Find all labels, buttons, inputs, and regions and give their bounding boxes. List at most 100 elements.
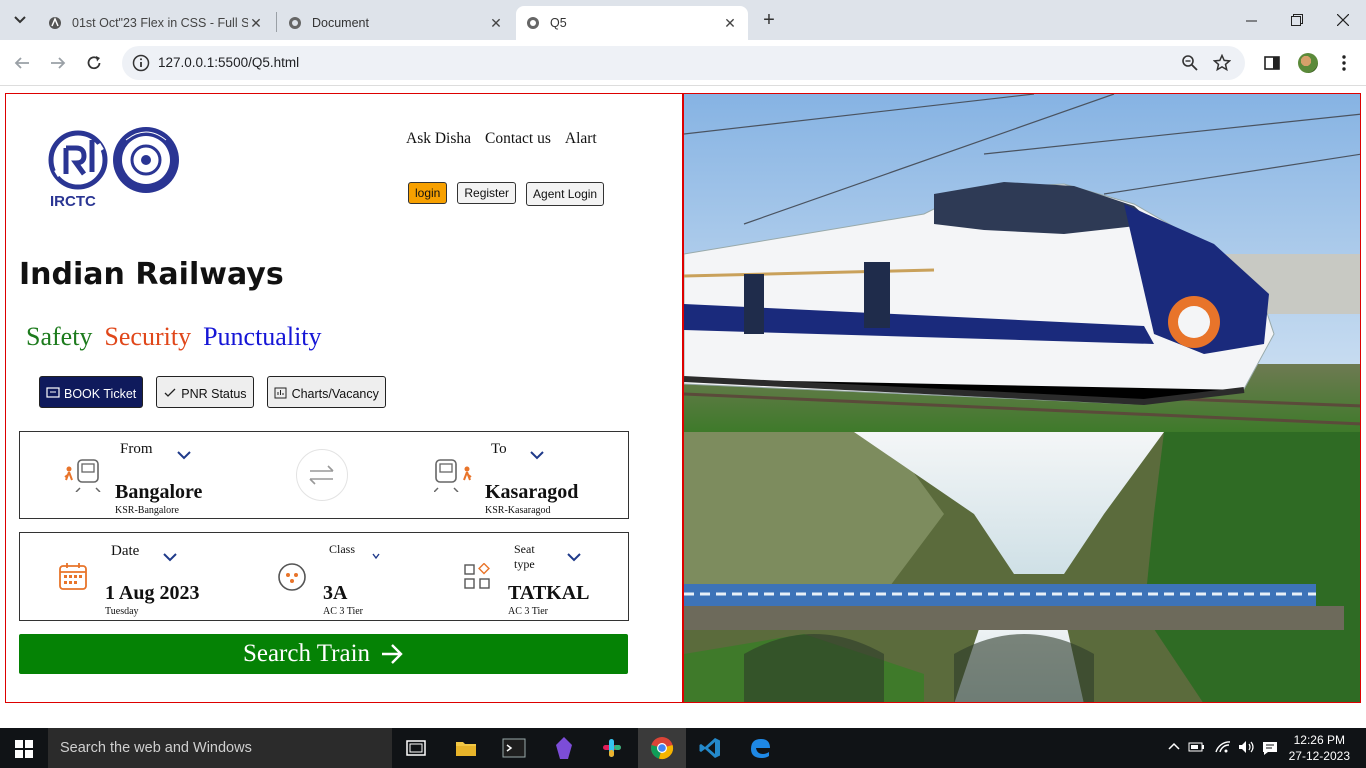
top-links: Ask Disha Contact us Alart [406, 130, 597, 148]
battery-icon[interactable] [1188, 740, 1206, 757]
from-chevron-icon[interactable] [177, 450, 191, 460]
book-ticket-label: BOOK Ticket [64, 387, 137, 401]
from-station-value[interactable]: Bangalore [115, 481, 202, 504]
browser-tab-flex-css[interactable]: 01st Oct"23 Flex in CSS - Full St ✕ [38, 6, 274, 40]
browser-tab-q5[interactable]: Q5 ✕ [516, 6, 748, 40]
vscode-icon[interactable] [698, 736, 722, 760]
minimize-icon[interactable] [1228, 0, 1274, 40]
seat-type-description: AC 3 Tier [508, 606, 549, 617]
wifi-icon[interactable] [1214, 740, 1232, 757]
tab-close-icon[interactable]: ✕ [488, 15, 504, 32]
obsidian-icon[interactable] [552, 736, 576, 760]
windows-start-icon[interactable] [15, 740, 33, 758]
page-viewport: IRCTC Ask Disha Contact us Alart login R… [0, 87, 1366, 728]
link-ask-disha[interactable]: Ask Disha [406, 130, 471, 148]
tab-close-icon[interactable]: ✕ [248, 15, 264, 32]
terminal-icon[interactable] [502, 736, 526, 760]
pnr-status-button[interactable]: PNR Status [156, 376, 254, 408]
site-favicon-icon [49, 17, 61, 29]
tab-search-chevron-icon[interactable] [8, 8, 32, 32]
side-panel-icon[interactable] [1260, 51, 1284, 75]
browser-tab-bar: 01st Oct"23 Flex in CSS - Full St ✕ Docu… [0, 0, 1366, 40]
globe-icon [527, 17, 539, 29]
back-arrow-icon[interactable] [10, 51, 34, 75]
class-description: AC 3 Tier [323, 606, 364, 617]
seat-type-chevron-icon[interactable] [567, 552, 581, 562]
browser-toolbar: 127.0.0.1:5500/Q5.html [0, 40, 1366, 86]
seat-type-label-line1: Seat [514, 542, 535, 556]
chrome-icon[interactable] [650, 736, 674, 760]
browser-tab-document[interactable]: Document ✕ [278, 6, 514, 40]
file-explorer-icon[interactable] [454, 736, 478, 760]
motto: Safety Security Punctuality [26, 322, 322, 352]
date-chevron-icon[interactable] [163, 552, 177, 562]
restore-icon[interactable] [1274, 0, 1320, 40]
check-icon [164, 388, 176, 397]
date-weekday: Tuesday [105, 606, 139, 617]
address-bar[interactable]: 127.0.0.1:5500/Q5.html [122, 46, 1245, 80]
seat-type-icon [464, 563, 490, 589]
notifications-icon[interactable] [1262, 740, 1278, 759]
charts-vacancy-button[interactable]: Charts/Vacancy [266, 376, 386, 408]
swap-arrows-icon [309, 465, 334, 485]
motto-punctuality: Punctuality [203, 322, 322, 351]
pnr-status-label: PNR Status [181, 387, 247, 401]
train-photos [684, 94, 1360, 702]
arrow-right-icon [382, 644, 403, 664]
kebab-menu-icon[interactable] [1332, 51, 1356, 75]
register-button[interactable]: Register [457, 182, 517, 204]
close-window-icon[interactable] [1320, 0, 1366, 40]
agent-login-button[interactable]: Agent Login [526, 182, 605, 206]
charts-vacancy-label: Charts/Vacancy [291, 387, 379, 401]
globe-icon [289, 17, 301, 29]
class-value[interactable]: 3A [323, 582, 347, 605]
profile-avatar[interactable] [1296, 51, 1320, 75]
chart-icon [274, 387, 287, 399]
task-view-icon[interactable] [404, 736, 428, 760]
booking-panel: IRCTC Ask Disha Contact us Alart login R… [5, 93, 683, 703]
search-train-label: Search Train [242, 640, 371, 667]
windows-taskbar: Search the web and Windows 12:26 PM 27-1… [0, 728, 1366, 768]
tab-close-icon[interactable]: ✕ [722, 15, 738, 32]
motto-safety: Safety [26, 322, 93, 351]
seat-type-label-line2: type [514, 557, 535, 571]
date-value[interactable]: 1 Aug 2023 [105, 582, 199, 605]
new-tab-plus-icon[interactable]: + [758, 9, 780, 31]
book-ticket-button[interactable]: BOOK Ticket [39, 376, 144, 408]
to-station-value[interactable]: Kasaragod [485, 481, 578, 504]
tab-divider [276, 12, 277, 32]
calendar-icon [59, 563, 87, 590]
from-station-code: KSR-Bangalore [115, 505, 179, 516]
reload-icon[interactable] [82, 51, 106, 75]
clock-time: 12:26 PM [1293, 733, 1345, 747]
url-text[interactable]: 127.0.0.1:5500/Q5.html [158, 55, 299, 70]
tray-chevron-icon[interactable] [1168, 740, 1180, 754]
edge-icon[interactable] [748, 736, 772, 760]
swap-stations-button[interactable] [296, 449, 348, 501]
waterfall-bridge-photo [684, 432, 1360, 702]
slack-icon[interactable] [600, 736, 624, 760]
image-panel [683, 93, 1361, 703]
link-alart[interactable]: Alart [565, 130, 597, 148]
to-label: To [491, 441, 507, 457]
link-contact-us[interactable]: Contact us [485, 130, 551, 148]
search-train-button[interactable]: Search Train [19, 634, 628, 674]
to-chevron-icon[interactable] [530, 450, 544, 460]
bookmark-star-icon[interactable] [1213, 54, 1231, 72]
volume-icon[interactable] [1238, 740, 1256, 757]
tab-title: Q5 [550, 16, 567, 30]
zoom-icon[interactable] [1181, 54, 1199, 72]
tab-title: Document [312, 16, 369, 30]
date-label: Date [111, 543, 140, 559]
class-icon [278, 563, 306, 591]
forward-arrow-icon[interactable] [46, 51, 70, 75]
system-clock[interactable]: 12:26 PM 27-12-2023 [1289, 732, 1350, 764]
seat-type-value[interactable]: TATKAL [508, 582, 590, 605]
from-to-box: From Bangalore KSR-Bangalore To Kasarago… [19, 431, 629, 519]
to-station-code: KSR-Kasaragod [485, 505, 551, 516]
taskbar-search-input[interactable]: Search the web and Windows [48, 728, 392, 768]
irctc-logo: IRCTC [42, 126, 182, 210]
site-info-icon[interactable] [132, 54, 150, 72]
login-button[interactable]: login [408, 182, 448, 204]
class-chevron-icon[interactable] [372, 553, 380, 560]
